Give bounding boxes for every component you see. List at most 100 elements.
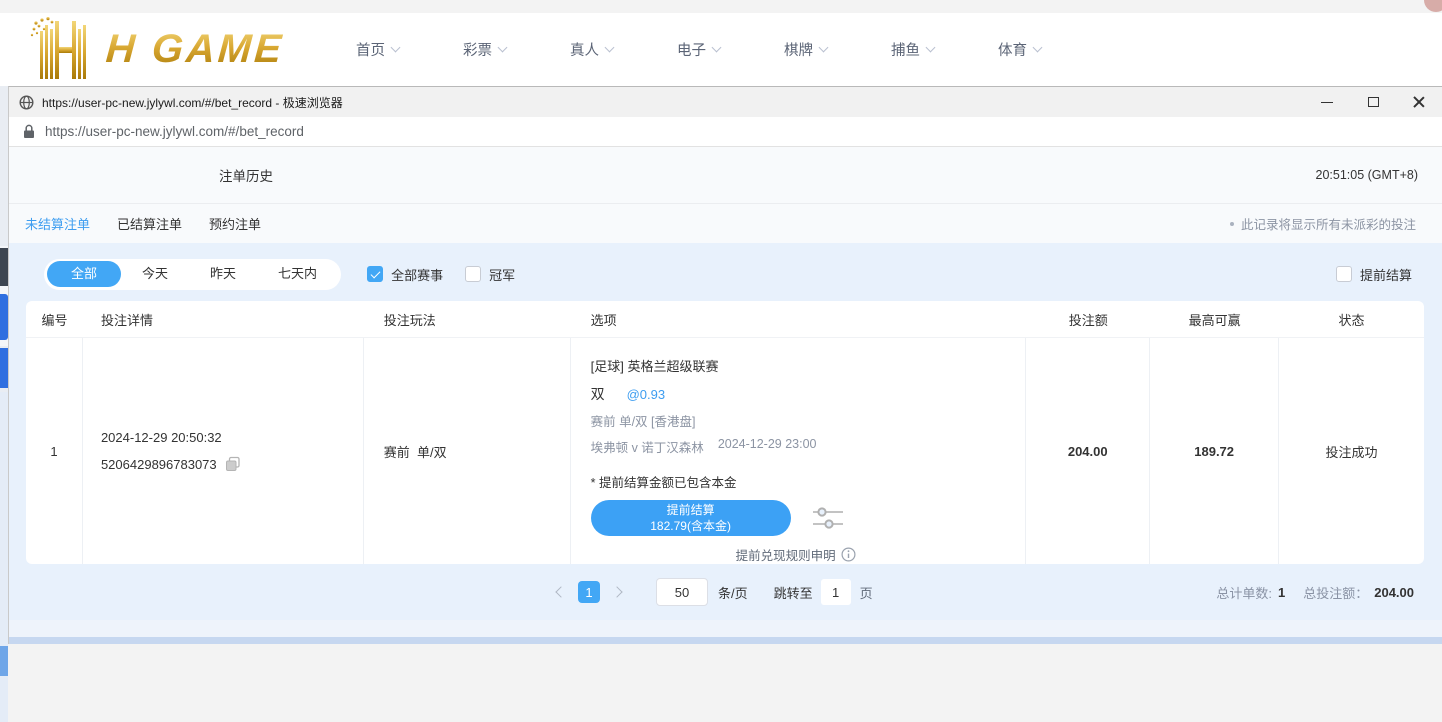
checkbox-icon[interactable] bbox=[1336, 266, 1352, 282]
match-time: 2024-12-29 23:00 bbox=[718, 437, 817, 456]
cutoff-floating-icon bbox=[1424, 0, 1442, 12]
bet-time: 2024-12-29 20:50:32 bbox=[101, 430, 363, 445]
checkbox-checked-icon[interactable] bbox=[367, 266, 383, 282]
window-title-bar[interactable]: https://user-pc-new.jylywl.com/#/bet_rec… bbox=[9, 87, 1442, 117]
cell-no: 1 bbox=[26, 338, 83, 564]
site-logo[interactable]: H GAME bbox=[28, 17, 284, 81]
header-status: 状态 bbox=[1279, 310, 1424, 329]
rules-text: 提前兑现规则申明 bbox=[736, 545, 836, 564]
checkbox-icon[interactable] bbox=[465, 266, 481, 282]
total-count-label: 总计单数: bbox=[1216, 583, 1272, 602]
cashout-filter-checkbox[interactable]: 提前结算 bbox=[1336, 265, 1412, 284]
tabs-row: 未结算注单 已结算注单 预约注单 此记录将显示所有未派彩的投注 bbox=[9, 204, 1442, 243]
chevron-down-icon bbox=[712, 43, 722, 53]
address-bar[interactable]: https://user-pc-new.jylywl.com/#/bet_rec… bbox=[9, 117, 1442, 147]
odds: @0.93 bbox=[627, 387, 666, 402]
total-count-value: 1 bbox=[1278, 585, 1285, 600]
nav-item-lottery[interactable]: 彩票 bbox=[463, 39, 506, 60]
chevron-down-icon bbox=[1033, 43, 1043, 53]
nav-item-slots[interactable]: 电子 bbox=[677, 39, 720, 60]
tab-reserved[interactable]: 预约注单 bbox=[209, 214, 261, 233]
table-row: 1 2024-12-29 20:50:32 5206429896783073 bbox=[26, 338, 1424, 564]
totals-summary: 总计单数: 1 总投注额： 204.00 bbox=[1216, 583, 1414, 602]
nav-label: 真人 bbox=[570, 39, 599, 60]
fragment-blue bbox=[0, 294, 8, 340]
nav-item-chess[interactable]: 棋牌 bbox=[784, 39, 827, 60]
tab-settled[interactable]: 已结算注单 bbox=[117, 214, 182, 233]
cashout-rules-link[interactable]: 提前兑现规则申明 bbox=[736, 545, 1026, 564]
window-controls bbox=[1304, 87, 1442, 117]
info-icon[interactable] bbox=[841, 547, 856, 562]
tab-unsettled[interactable]: 未结算注单 bbox=[25, 214, 90, 233]
close-icon bbox=[1413, 96, 1425, 108]
nav-label: 首页 bbox=[356, 39, 385, 60]
cell-max-win: 189.72 bbox=[1150, 338, 1279, 564]
page-size-unit: 条/页 bbox=[718, 583, 748, 602]
record-tabs: 未结算注单 已结算注单 预约注单 bbox=[25, 214, 288, 233]
table-header-row: 编号 投注详情 投注玩法 选项 投注额 最高可赢 状态 bbox=[26, 301, 1424, 338]
stake-amount: 204.00 bbox=[1068, 444, 1108, 459]
sliders-icon[interactable] bbox=[813, 505, 843, 531]
background-page-fragment bbox=[0, 86, 8, 644]
chevron-down-icon bbox=[819, 43, 829, 53]
filter-yesterday[interactable]: 昨天 bbox=[189, 261, 257, 287]
max-win-amount: 189.72 bbox=[1194, 444, 1234, 459]
nav-item-sports[interactable]: 体育 bbox=[998, 39, 1041, 60]
champion-checkbox[interactable]: 冠军 bbox=[465, 265, 515, 284]
chevron-down-icon bbox=[605, 43, 615, 53]
chevron-down-icon bbox=[926, 43, 936, 53]
nav-item-fishing[interactable]: 捕鱼 bbox=[891, 39, 934, 60]
filter-all[interactable]: 全部 bbox=[47, 261, 121, 287]
date-filter-group: 全部 今天 昨天 七天内 bbox=[44, 259, 341, 290]
header-max-win: 最高可赢 bbox=[1150, 310, 1279, 329]
minimize-button[interactable] bbox=[1304, 87, 1350, 117]
main-menu: 首页 彩票 真人 电子 棋牌 捕鱼 体育 bbox=[356, 13, 1105, 86]
next-page-icon[interactable] bbox=[611, 586, 622, 597]
fragment-blue bbox=[0, 348, 8, 388]
cell-option: [足球] 英格兰超级联赛 双 @0.93 赛前 单/双 [香港盘] 埃弗顿 v … bbox=[571, 338, 1027, 564]
page-title: 注单历史 bbox=[219, 165, 273, 185]
jump-page-input[interactable] bbox=[821, 579, 851, 605]
cell-play-type: 赛前 单/双 bbox=[364, 338, 571, 564]
page-size-input[interactable] bbox=[656, 578, 708, 606]
browser-window: https://user-pc-new.jylywl.com/#/bet_rec… bbox=[8, 86, 1442, 644]
checkbox-label: 冠军 bbox=[489, 265, 515, 284]
nav-label: 捕鱼 bbox=[891, 39, 920, 60]
header-option: 选项 bbox=[571, 310, 1027, 329]
cell-status: 投注成功 bbox=[1279, 338, 1424, 564]
prev-page-icon[interactable] bbox=[555, 586, 566, 597]
pagination-bar: 1 条/页 跳转至 页 总计单数: 1 总投注额： 204.00 bbox=[9, 564, 1442, 620]
maximize-icon bbox=[1368, 97, 1379, 107]
nav-item-live[interactable]: 真人 bbox=[570, 39, 613, 60]
page-number-button[interactable]: 1 bbox=[578, 581, 600, 603]
header-no: 编号 bbox=[26, 310, 83, 329]
jump-unit: 页 bbox=[860, 583, 873, 602]
status-text: 投注成功 bbox=[1326, 442, 1378, 461]
copy-icon[interactable] bbox=[225, 456, 241, 472]
window-title: https://user-pc-new.jylywl.com/#/bet_rec… bbox=[42, 94, 343, 111]
logo-bars-icon bbox=[28, 17, 100, 81]
pick: 双 bbox=[591, 384, 605, 404]
league-name: [足球] 英格兰超级联赛 bbox=[591, 356, 1026, 375]
fragment-blue bbox=[0, 646, 8, 676]
all-events-checkbox[interactable]: 全部赛事 bbox=[367, 265, 443, 284]
filter-row: 全部 今天 昨天 七天内 全部赛事 冠军 提前结算 bbox=[9, 253, 1442, 295]
filter-today[interactable]: 今天 bbox=[121, 261, 189, 287]
server-clock: 20:51:05 (GMT+8) bbox=[1316, 168, 1418, 182]
checkbox-label: 全部赛事 bbox=[391, 265, 443, 284]
match-teams: 埃弗顿 v 诺丁汉森林 bbox=[591, 437, 704, 456]
cashout-button[interactable]: 提前结算 182.79(含本金) bbox=[591, 500, 791, 536]
bet-id: 5206429896783073 bbox=[101, 457, 217, 472]
globe-icon bbox=[19, 95, 34, 110]
filter-7days[interactable]: 七天内 bbox=[257, 261, 338, 287]
header-bet-detail: 投注详情 bbox=[83, 310, 364, 329]
nav-item-home[interactable]: 首页 bbox=[356, 39, 399, 60]
cashout-note: * 提前结算金额已包含本金 bbox=[591, 472, 1026, 491]
nav-label: 彩票 bbox=[463, 39, 492, 60]
row-number: 1 bbox=[50, 444, 57, 459]
bet-record-page: 注单历史 20:51:05 (GMT+8) 未结算注单 已结算注单 预约注单 此… bbox=[9, 147, 1442, 644]
cell-stake: 204.00 bbox=[1026, 338, 1150, 564]
page-header: 注单历史 20:51:05 (GMT+8) bbox=[9, 147, 1442, 204]
maximize-button[interactable] bbox=[1350, 87, 1396, 117]
close-button[interactable] bbox=[1396, 87, 1442, 117]
